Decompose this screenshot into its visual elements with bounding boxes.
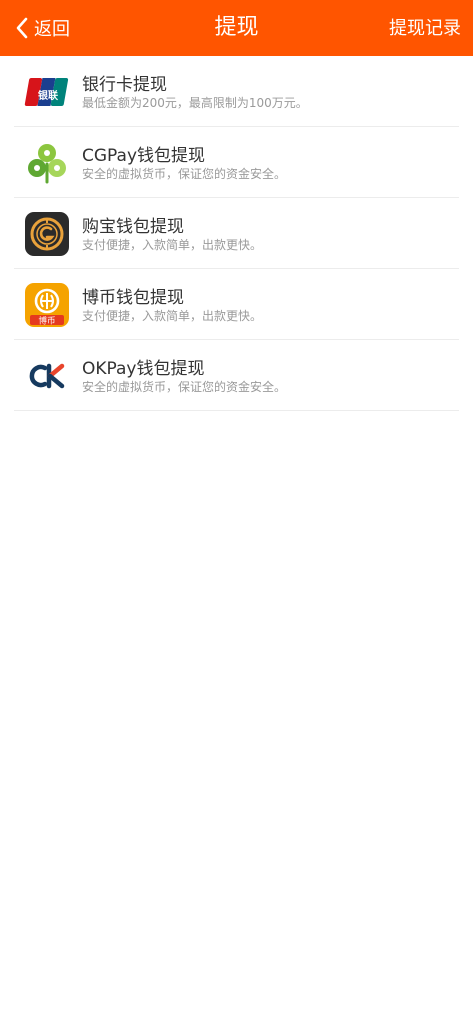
cgpay-clover-icon bbox=[24, 140, 70, 186]
method-name: CGPay钱包提现 bbox=[82, 146, 206, 166]
method-name: 博币钱包提现 bbox=[82, 288, 184, 308]
method-description: 支付便捷，入款简单，出款更快。 bbox=[82, 309, 263, 323]
method-name: 银行卡提现 bbox=[82, 75, 167, 95]
method-goubao[interactable]: 购宝钱包提现 支付便捷，入款简单，出款更快。 bbox=[14, 198, 459, 269]
method-bobi[interactable]: 博币 博币钱包提现 支付便捷，入款简单，出款更快。 bbox=[14, 269, 459, 340]
withdraw-method-list: 银联 银行卡提现 最低金额为200元，最高限制为100万元。 CGPay钱包提现… bbox=[14, 56, 459, 411]
method-cgpay[interactable]: CGPay钱包提现 安全的虚拟货币，保证您的资金安全。 bbox=[14, 127, 459, 198]
method-description: 支付便捷，入款简单，出款更快。 bbox=[82, 238, 263, 252]
svg-text:银联: 银联 bbox=[38, 89, 58, 102]
goubao-coin-icon bbox=[24, 211, 70, 257]
header-bar: 返回 提现 提现记录 bbox=[0, 0, 473, 56]
withdraw-records-button[interactable]: 提现记录 bbox=[389, 0, 461, 56]
method-okpay[interactable]: OKPay钱包提现 安全的虚拟货币，保证您的资金安全。 bbox=[14, 340, 459, 411]
method-bank-card[interactable]: 银联 银行卡提现 最低金额为200元，最高限制为100万元。 bbox=[14, 56, 459, 127]
unionpay-icon: 银联 bbox=[24, 69, 70, 115]
method-name: OKPay钱包提现 bbox=[82, 359, 205, 379]
method-name: 购宝钱包提现 bbox=[82, 217, 184, 237]
method-description: 安全的虚拟货币，保证您的资金安全。 bbox=[82, 167, 287, 181]
method-description: 最低金额为200元，最高限制为100万元。 bbox=[82, 96, 308, 110]
okpay-icon bbox=[24, 353, 70, 399]
method-description: 安全的虚拟货币，保证您的资金安全。 bbox=[82, 380, 287, 394]
bobi-icon: 博币 bbox=[24, 282, 70, 328]
bobi-icon-text: 博币 bbox=[38, 316, 55, 327]
